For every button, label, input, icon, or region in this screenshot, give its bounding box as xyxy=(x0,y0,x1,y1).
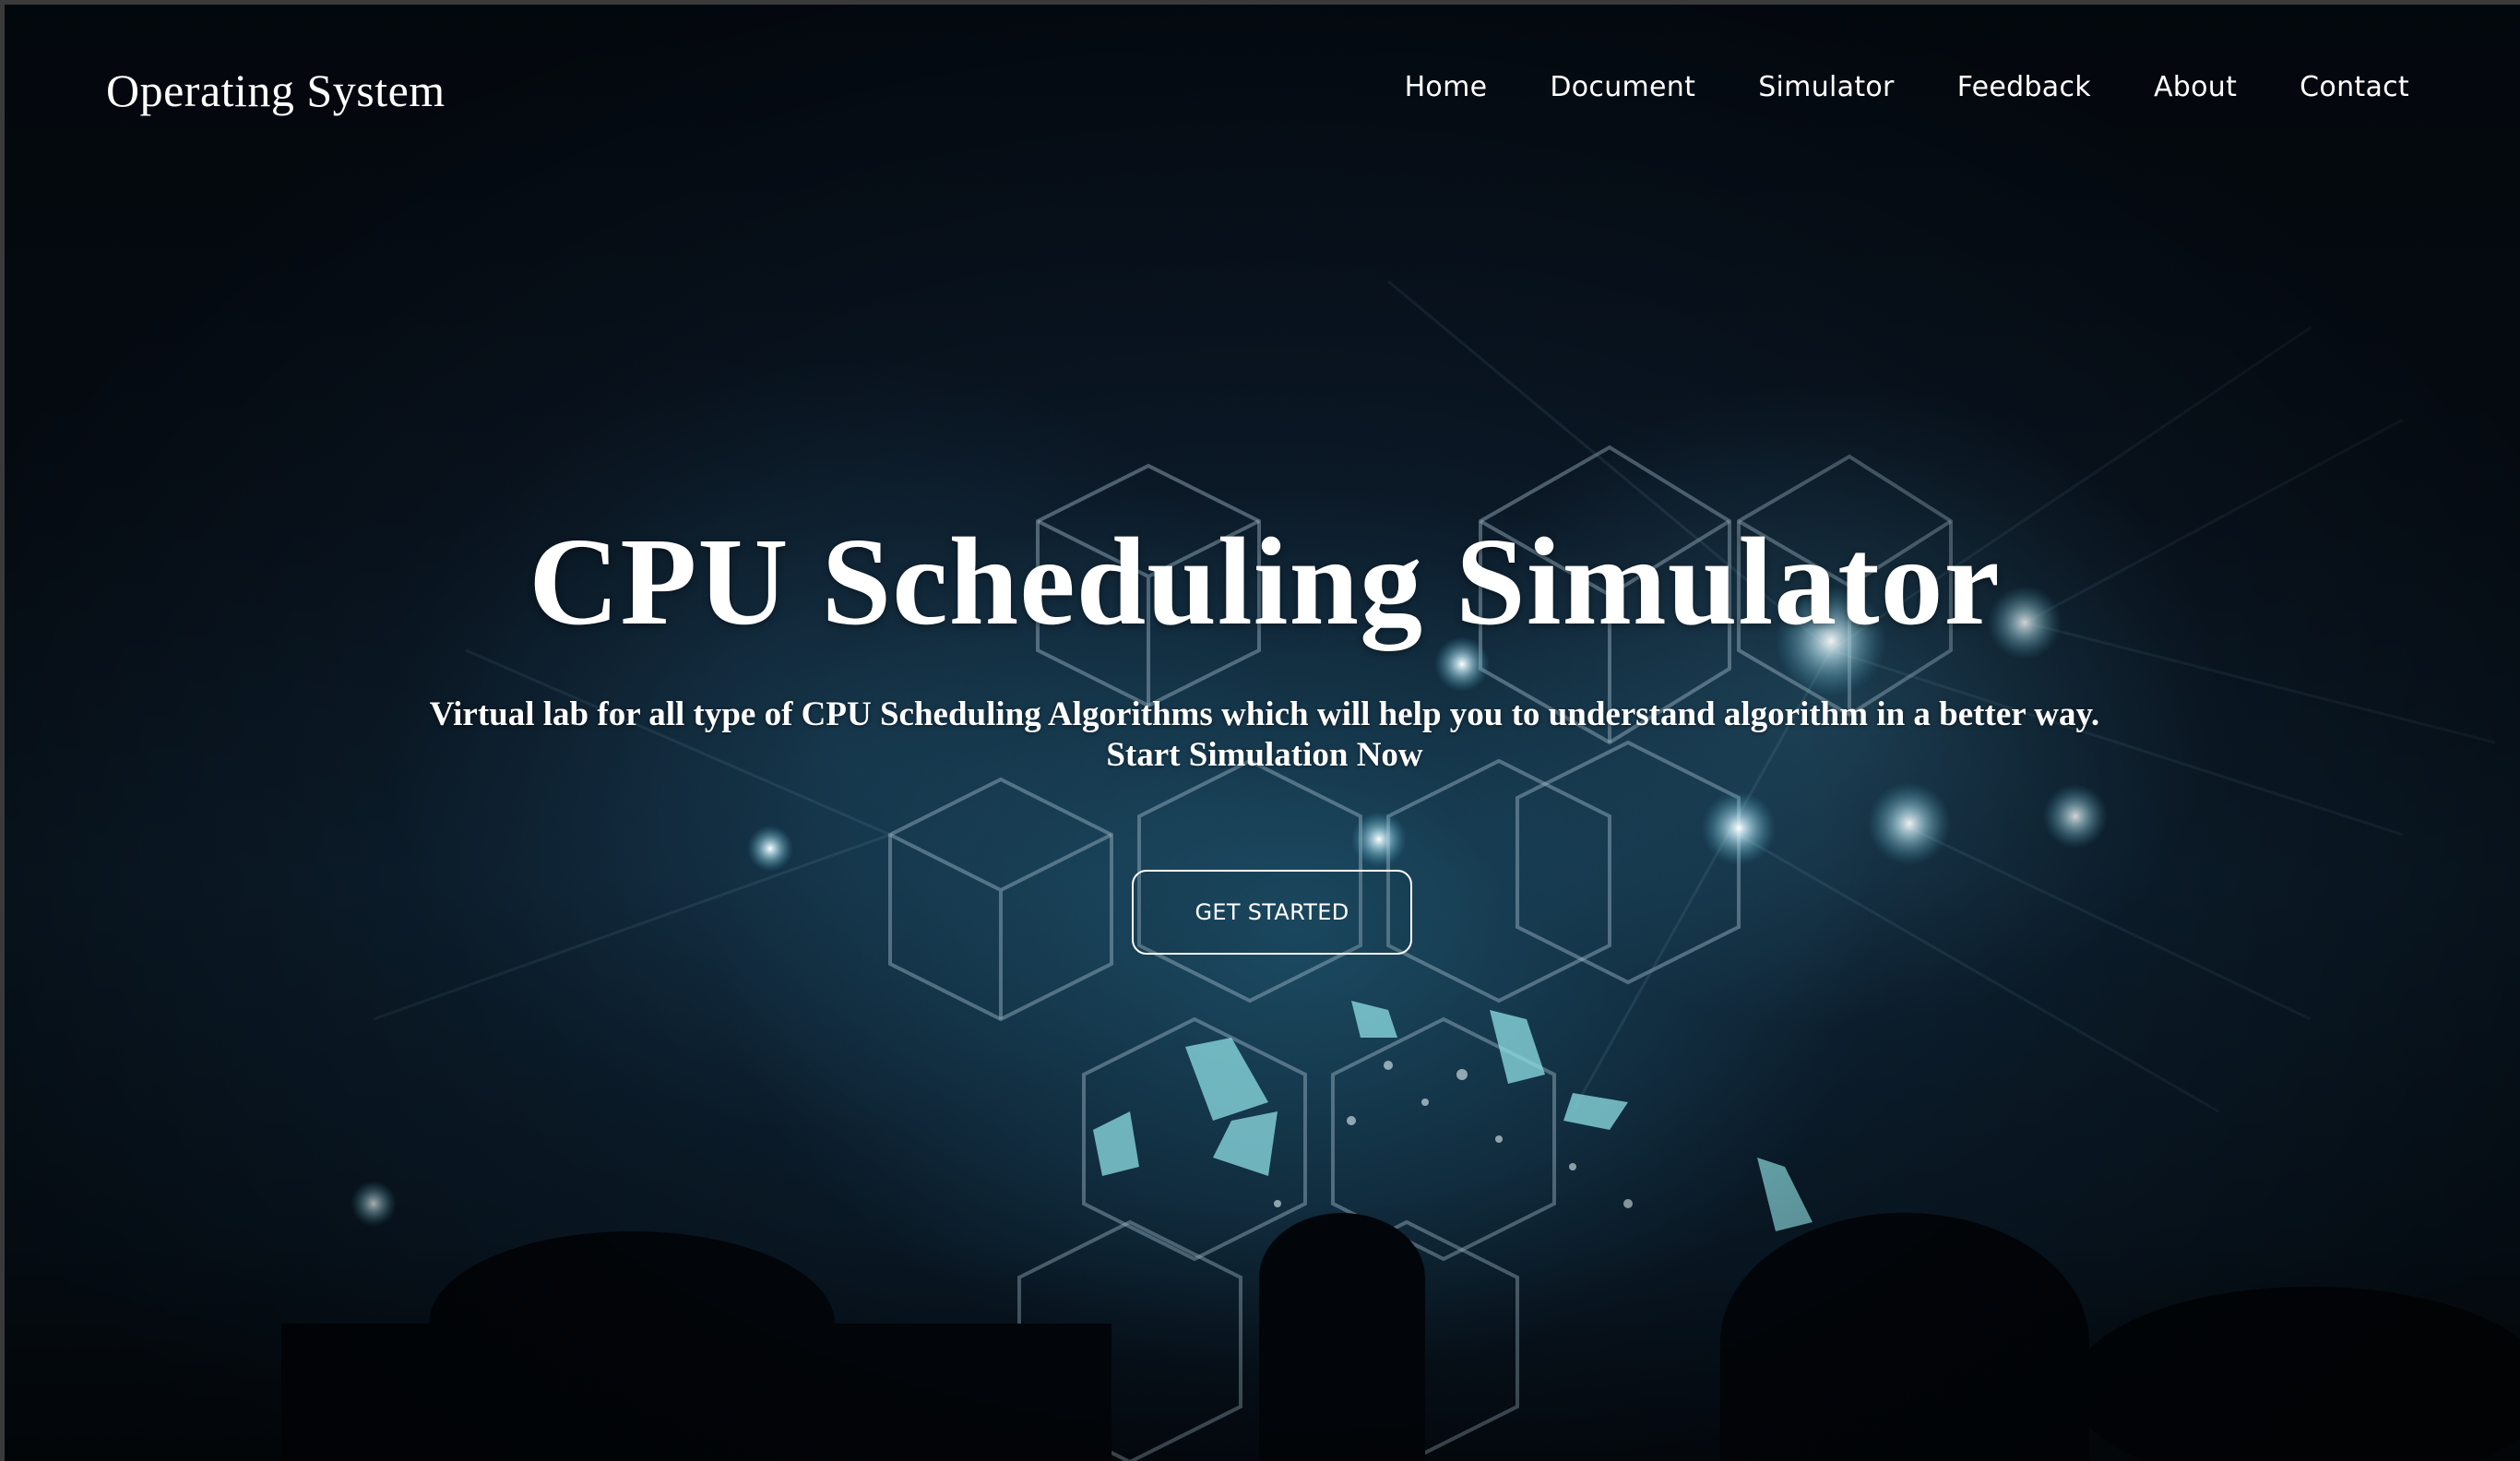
hero-subtitle-line1: Virtual lab for all type of CPU Scheduli… xyxy=(429,695,2100,733)
nav-simulator[interactable]: Simulator xyxy=(1758,71,1895,103)
hero-subtitle-line2: Start Simulation Now xyxy=(1106,736,1423,774)
main-nav: Home Document Simulator Feedback About C… xyxy=(1405,71,2409,103)
nav-document[interactable]: Document xyxy=(1550,71,1695,103)
nav-contact[interactable]: Contact xyxy=(2300,71,2409,103)
nav-feedback[interactable]: Feedback xyxy=(1957,71,2091,103)
browser-viewport: Operating System Home Document Simulator… xyxy=(0,0,2520,1461)
site-brand[interactable]: Operating System xyxy=(106,64,446,117)
nav-about[interactable]: About xyxy=(2154,71,2237,103)
hero-title: CPU Scheduling Simulator xyxy=(529,513,2001,651)
get-started-button[interactable]: GET STARTED xyxy=(1132,870,1412,955)
nav-home[interactable]: Home xyxy=(1405,71,1488,103)
hero-subtitle: Virtual lab for all type of CPU Scheduli… xyxy=(5,695,2520,776)
